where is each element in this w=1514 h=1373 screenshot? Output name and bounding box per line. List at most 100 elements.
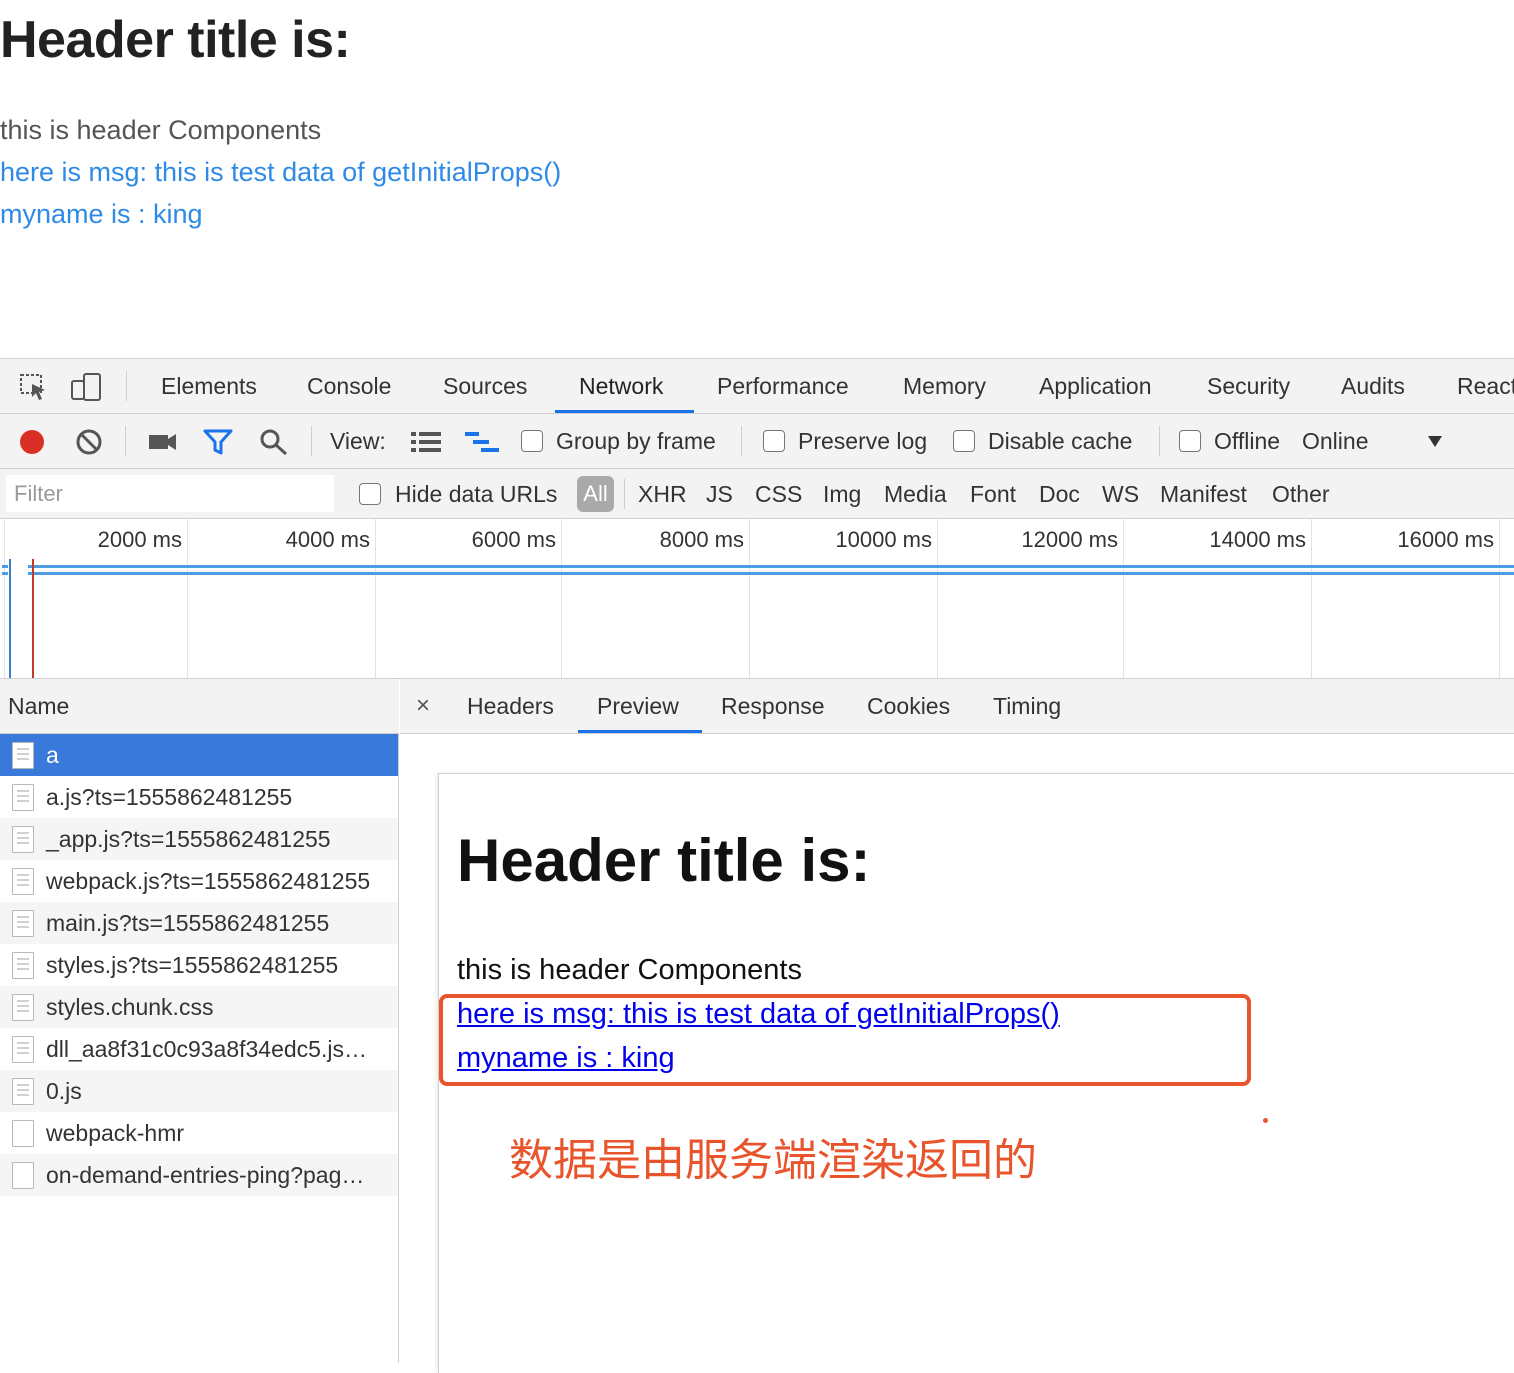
toolbar-separator (125, 426, 126, 456)
request-row[interactable]: webpack-hmr (0, 1112, 398, 1154)
msg-text: here is msg: this is test data of getIni… (0, 157, 562, 187)
filter-type-all[interactable]: All (577, 476, 614, 512)
blank-file-icon (12, 1162, 34, 1189)
filter-type-ws[interactable]: WS (1102, 469, 1139, 519)
document-icon (12, 742, 34, 769)
tab-security[interactable]: Security (1207, 359, 1290, 413)
group-by-frame-label: Group by frame (556, 428, 716, 454)
annotation-highlight-box (439, 994, 1251, 1086)
timeline-tick: 16000 ms (1397, 527, 1494, 552)
offline-label: Offline (1214, 428, 1281, 454)
request-name: _app.js?ts=1555862481255 (46, 826, 331, 852)
tab-headers[interactable]: Headers (467, 679, 554, 733)
request-row[interactable]: dll_aa8f31c0c93a8f34edc5.js… (0, 1028, 398, 1070)
tab-sources[interactable]: Sources (443, 359, 527, 413)
preview-frame: Header title is: this is header Componen… (438, 773, 1514, 1373)
tab-memory[interactable]: Memory (903, 359, 986, 413)
hide-data-urls-checkbox[interactable] (359, 483, 381, 505)
hide-data-urls-label: Hide data URLs (395, 481, 558, 507)
timeline-tick: 12000 ms (1021, 527, 1118, 552)
active-detail-tab-indicator (578, 730, 702, 733)
timeline-grid-line (4, 519, 5, 678)
chevron-down-icon[interactable] (1427, 434, 1443, 448)
detail-tabbar: × Headers Preview Response Cookies Timin… (400, 679, 1514, 734)
timeline-grid-line (561, 519, 562, 678)
page-title: Header title is: (0, 11, 351, 69)
timeline-tick: 2000 ms (97, 527, 182, 552)
tab-response[interactable]: Response (721, 679, 825, 733)
request-name: styles.chunk.css (46, 994, 214, 1020)
request-list-panel: Name a a.js?ts=1555862481255 _app.js?ts=… (0, 679, 399, 1363)
preserve-log-label: Preserve log (798, 428, 928, 454)
waterfall-view-icon[interactable] (465, 429, 499, 455)
request-row[interactable]: styles.js?ts=1555862481255 (0, 944, 398, 986)
screenshot-camera-icon[interactable] (148, 428, 178, 456)
request-row[interactable]: a.js?ts=1555862481255 (0, 776, 398, 818)
filter-type-img[interactable]: Img (823, 469, 861, 519)
request-rows: a a.js?ts=1555862481255 _app.js?ts=15558… (0, 734, 398, 1196)
disable-cache-checkbox[interactable] (953, 430, 975, 452)
filter-type-js[interactable]: JS (706, 469, 733, 519)
preserve-log-checkbox[interactable] (763, 430, 785, 452)
device-toolbar-icon[interactable] (70, 371, 102, 403)
name-column-header[interactable]: Name (0, 679, 399, 734)
group-by-frame-checkbox[interactable] (521, 430, 543, 452)
request-row[interactable]: 0.js (0, 1070, 398, 1112)
filter-type-media[interactable]: Media (884, 469, 947, 519)
preview-title: Header title is: (457, 827, 871, 894)
request-name: webpack.js?ts=1555862481255 (46, 868, 371, 894)
filter-separator (624, 479, 625, 509)
throttling-select[interactable]: Online (1302, 414, 1368, 468)
tab-timing[interactable]: Timing (993, 679, 1061, 733)
filter-type-xhr[interactable]: XHR (638, 469, 687, 519)
search-icon[interactable] (259, 428, 289, 456)
tab-application[interactable]: Application (1039, 359, 1152, 413)
tab-console[interactable]: Console (307, 359, 391, 413)
filter-icon[interactable] (203, 428, 233, 456)
filter-type-other[interactable]: Other (1272, 469, 1330, 519)
myname-text: myname is : king (0, 199, 203, 229)
request-detail-panel: × Headers Preview Response Cookies Timin… (400, 679, 1514, 1373)
filter-bar: Hide data URLs All XHR JS CSS Img Media … (0, 469, 1514, 519)
request-name: on-demand-entries-ping?pag… (46, 1162, 365, 1188)
view-label: View: (330, 428, 386, 454)
header-components-text: this is header Components (0, 115, 322, 145)
preview-header-components-text: this is header Components (457, 954, 802, 986)
request-row[interactable]: a (0, 734, 398, 776)
filter-type-manifest[interactable]: Manifest (1160, 469, 1247, 519)
request-name: 0.js (46, 1078, 82, 1104)
request-name: a (46, 742, 59, 768)
timeline-grid-line (749, 519, 750, 678)
tab-network[interactable]: Network (579, 359, 663, 413)
timeline-overview[interactable]: 2000 ms 4000 ms 6000 ms 8000 ms 10000 ms… (0, 519, 1514, 679)
record-icon[interactable] (18, 428, 46, 456)
request-row[interactable]: _app.js?ts=1555862481255 (0, 818, 398, 860)
timeline-grid-line (937, 519, 938, 678)
load-event-line (32, 559, 34, 678)
tab-react[interactable]: React (1457, 359, 1514, 413)
list-view-icon[interactable] (411, 429, 441, 455)
script-file-icon (12, 784, 34, 811)
request-row[interactable]: on-demand-entries-ping?pag… (0, 1154, 398, 1196)
filter-type-css[interactable]: CSS (755, 469, 802, 519)
active-tab-indicator (555, 410, 694, 413)
script-file-icon (12, 910, 34, 937)
filter-type-font[interactable]: Font (970, 469, 1016, 519)
filter-input[interactable] (6, 475, 334, 512)
filter-type-doc[interactable]: Doc (1039, 469, 1080, 519)
tab-cookies[interactable]: Cookies (867, 679, 950, 733)
request-row[interactable]: styles.chunk.css (0, 986, 398, 1028)
clear-icon[interactable] (75, 428, 103, 456)
tab-elements[interactable]: Elements (161, 359, 257, 413)
tab-audits[interactable]: Audits (1341, 359, 1405, 413)
close-icon[interactable]: × (416, 679, 430, 733)
tab-performance[interactable]: Performance (717, 359, 849, 413)
timeline-request-bar (2, 565, 8, 568)
tab-preview[interactable]: Preview (597, 679, 679, 733)
request-row[interactable]: main.js?ts=1555862481255 (0, 902, 398, 944)
inspect-element-icon[interactable] (18, 371, 50, 403)
devtools-panel: Elements Console Sources Network Perform… (0, 358, 1514, 1373)
request-row[interactable]: webpack.js?ts=1555862481255 (0, 860, 398, 902)
timeline-request-bar (28, 572, 1514, 575)
offline-checkbox[interactable] (1179, 430, 1201, 452)
